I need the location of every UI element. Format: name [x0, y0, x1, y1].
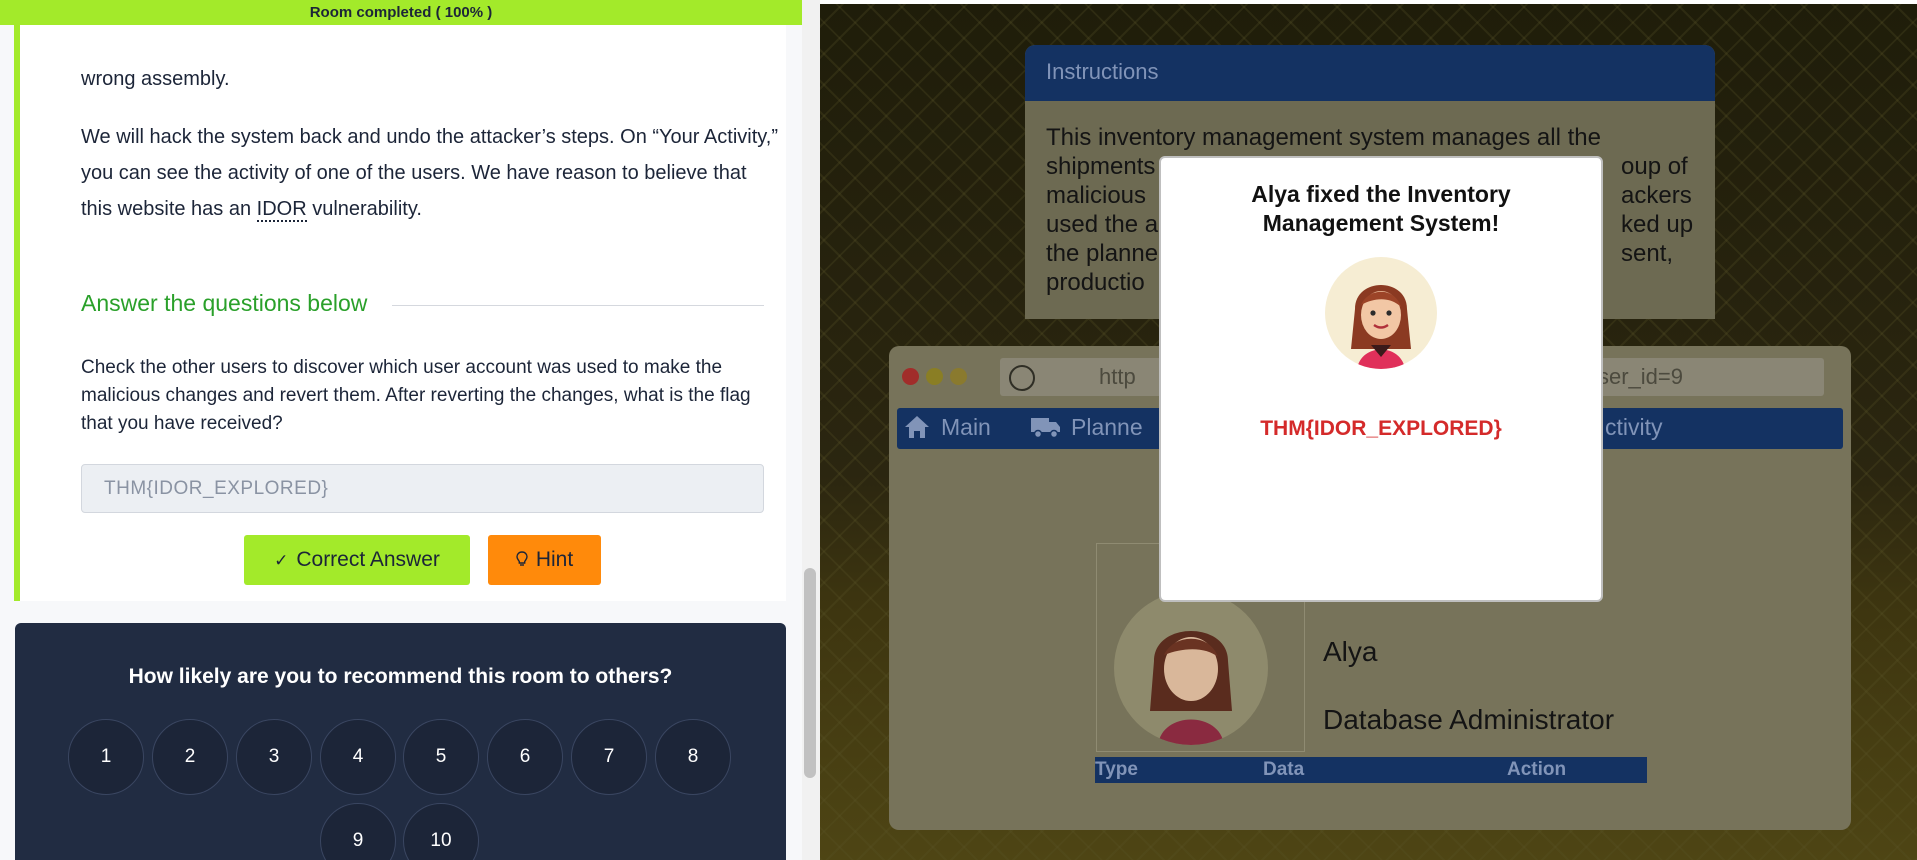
truck-icon [1030, 414, 1062, 446]
rating-option-10[interactable]: 10 [403, 803, 479, 860]
correct-answer-button[interactable]: ✓ Correct Answer [244, 535, 470, 585]
window-maximize-dot[interactable] [950, 368, 967, 385]
instructions-line: ackers [1621, 182, 1692, 209]
hint-label: Hint [535, 548, 574, 571]
rating-option-4[interactable]: 4 [320, 719, 396, 795]
scrollbar-thumb[interactable] [804, 568, 816, 778]
instructions-line: ked up [1621, 211, 1694, 238]
column-header-data: Data [1263, 759, 1305, 780]
nav-planned-shipments[interactable]: Planne [1071, 414, 1143, 441]
instructions-line: oup of [1621, 153, 1688, 180]
recommend-survey-card: How likely are you to recommend this roo… [15, 623, 786, 860]
rating-option-1[interactable]: 1 [68, 719, 144, 795]
compass-icon [1009, 365, 1035, 391]
modal-title: Alya fixed the Inventory Management Syst… [1251, 181, 1511, 236]
task-paragraph: We will hack the system back and undo th… [81, 119, 781, 227]
hint-button[interactable]: Hint [488, 535, 601, 585]
url-text-left: http [1099, 364, 1136, 389]
idor-abbreviation[interactable]: IDOR [256, 198, 307, 222]
rating-option-3[interactable]: 3 [236, 719, 312, 795]
column-header-type: Type [1095, 759, 1138, 780]
lightbulb-icon [516, 536, 528, 586]
home-icon [903, 414, 931, 446]
column-header-action: Action [1507, 759, 1567, 780]
nav-your-activity[interactable]: ctivity [1605, 414, 1663, 441]
rating-option-2[interactable]: 2 [152, 719, 228, 795]
profile-name: Alya [1323, 636, 1378, 667]
instructions-line: sent, [1621, 240, 1674, 267]
window-minimize-dot[interactable] [926, 368, 943, 385]
heading-divider [392, 305, 764, 306]
rating-option-9[interactable]: 9 [320, 803, 396, 860]
instructions-title: Instructions [1046, 59, 1159, 84]
question-text: Check the other users to discover which … [81, 357, 751, 434]
success-modal: Alya fixed the Inventory Management Syst… [1159, 156, 1603, 602]
instructions-text-right: oup of ackers ked up sent, [1621, 152, 1693, 268]
alya-avatar [1325, 257, 1437, 369]
rating-option-5[interactable]: 5 [403, 719, 479, 795]
task-paragraph-text-1: We will hack the system back and undo th… [81, 126, 778, 220]
activity-table-header: Type Data Action [1095, 757, 1647, 783]
room-progress-label: Room completed ( 100% ) [309, 4, 493, 21]
answer-input[interactable]: THM{IDOR_EXPLORED} [81, 464, 764, 513]
task-card: wrong assembly. We will hack the system … [14, 25, 786, 601]
checkmark-icon: ✓ [274, 551, 289, 570]
survey-question: How likely are you to recommend this roo… [128, 665, 673, 688]
rating-option-6[interactable]: 6 [487, 719, 563, 795]
profile-avatar [1114, 591, 1268, 745]
flag-text: THM{IDOR_EXPLORED} [1260, 417, 1502, 440]
profile-role: Database Administrator [1323, 704, 1615, 735]
correct-answer-label: Correct Answer [296, 548, 440, 571]
url-text-right: ser_id=9 [1598, 364, 1684, 389]
rating-option-8[interactable]: 8 [655, 719, 731, 795]
task-paragraph-top: wrong assembly. [81, 68, 230, 90]
task-paragraph-text-2: vulnerability. [306, 198, 422, 220]
room-task-panel: Room completed ( 100% ) wrong assembly. … [0, 0, 820, 860]
answer-section-heading: Answer the questions below [81, 290, 368, 316]
nav-main[interactable]: Main [941, 414, 991, 441]
window-close-dot[interactable] [902, 368, 919, 385]
instructions-line: This inventory management system manages… [1046, 124, 1601, 151]
rating-option-7[interactable]: 7 [571, 719, 647, 795]
